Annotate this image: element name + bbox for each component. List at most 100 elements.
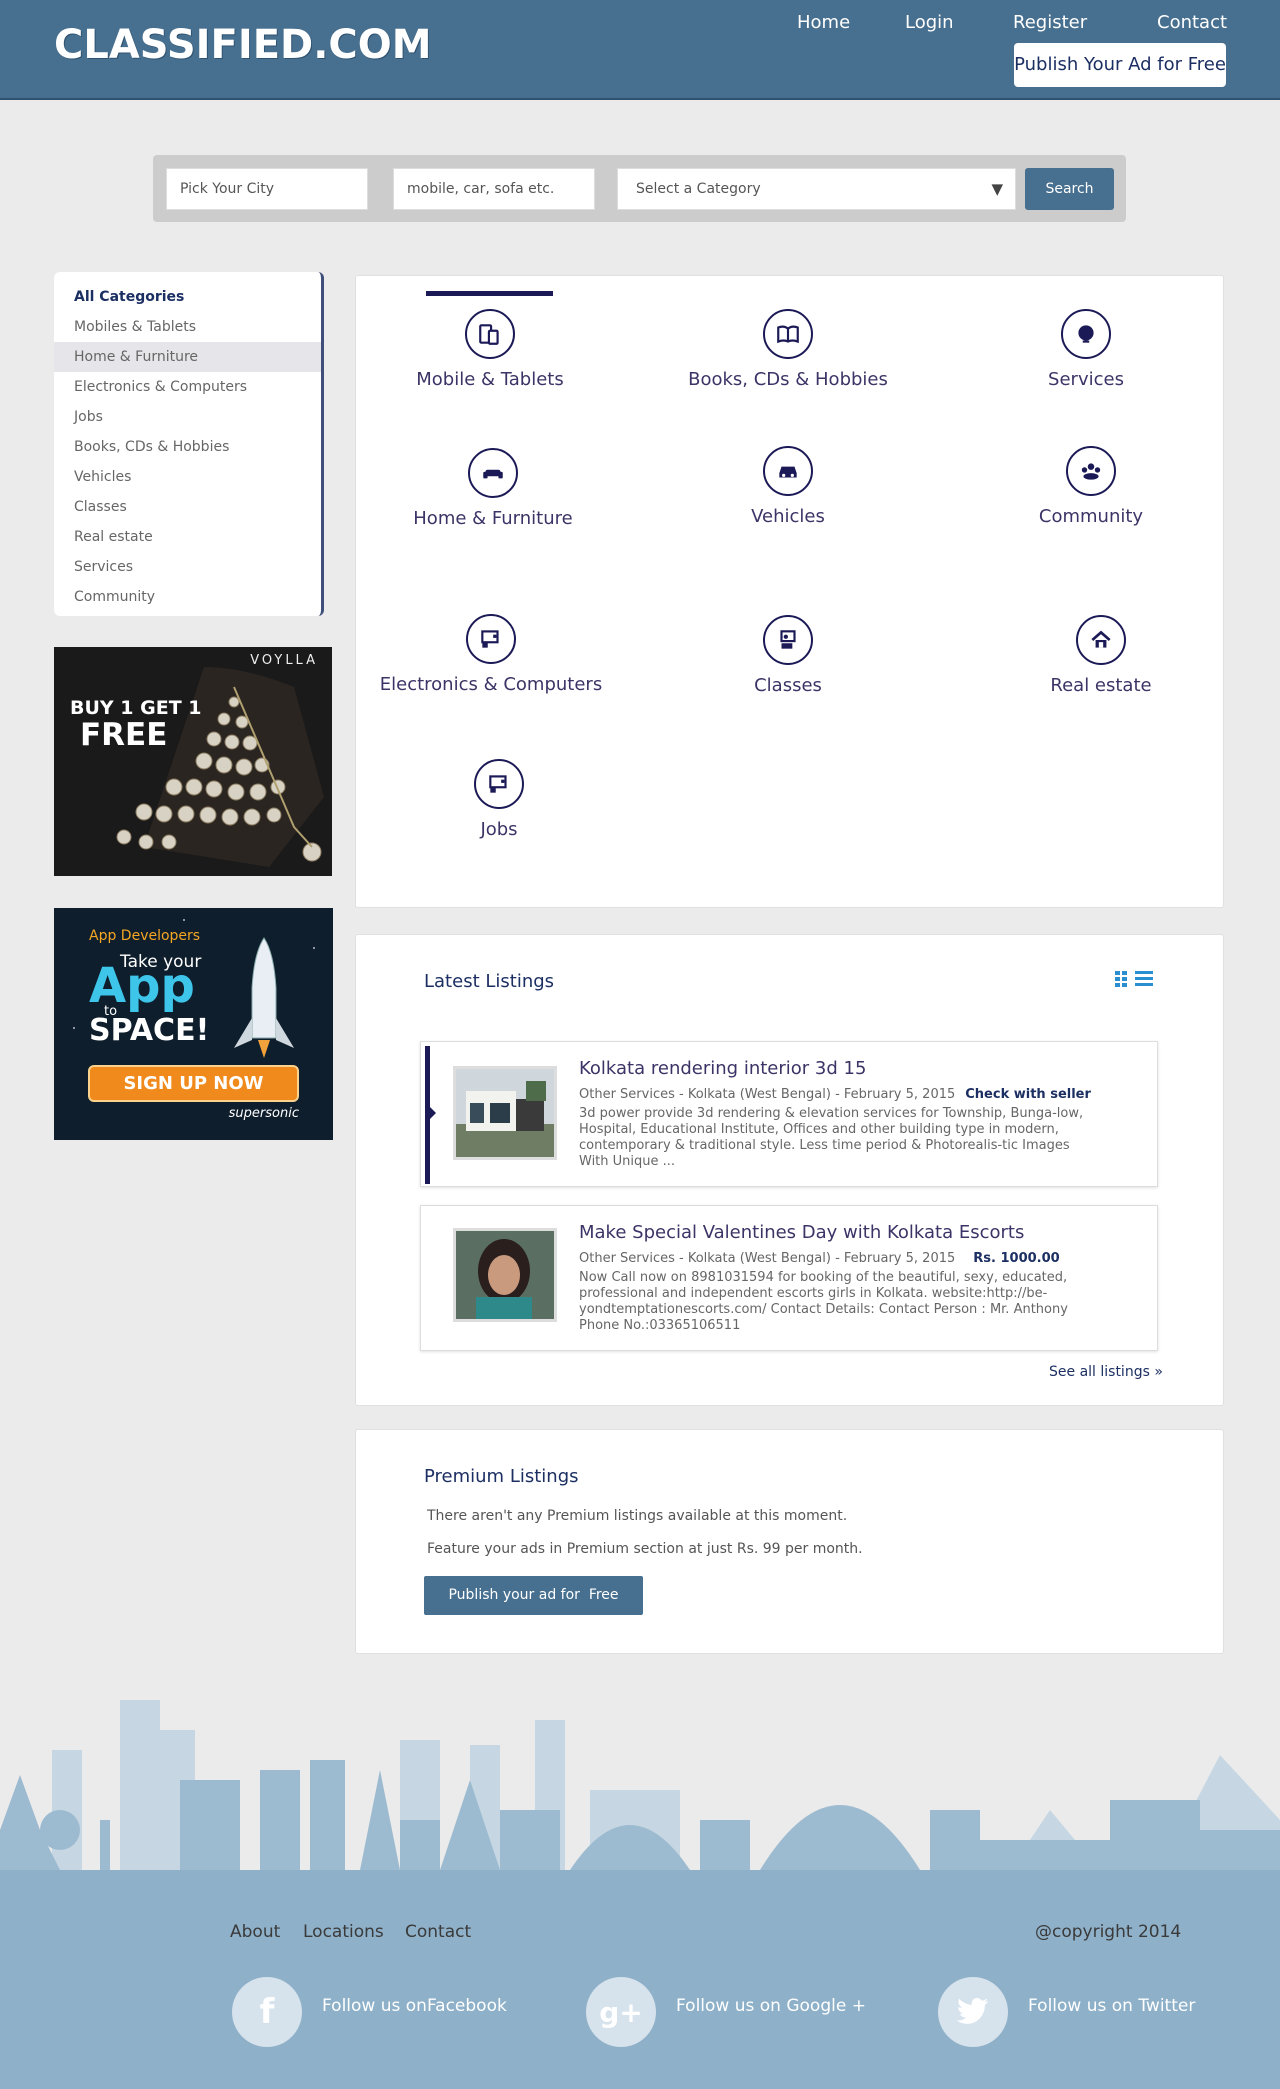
ad-banner-supersonic[interactable]: App Developers Take your App to SPACE! S… bbox=[54, 908, 333, 1140]
listing-thumbnail[interactable] bbox=[453, 1228, 557, 1322]
sidebar-item-community[interactable]: Community bbox=[54, 582, 321, 612]
listing-thumbnail[interactable] bbox=[453, 1066, 557, 1160]
listing-meta-text: Other Services - Kolkata (West Bengal) -… bbox=[579, 1087, 956, 1102]
keyword-input[interactable]: mobile, car, sofa etc. bbox=[393, 168, 595, 210]
category-select[interactable]: Select a Category ▼ bbox=[617, 168, 1016, 210]
search-bar: Pick Your City mobile, car, sofa etc. Se… bbox=[153, 155, 1126, 222]
premium-listings-title: Premium Listings bbox=[424, 1466, 579, 1487]
category-select-label: Select a Category bbox=[636, 181, 761, 197]
sidebar-item-home-furniture[interactable]: Home & Furniture bbox=[54, 342, 321, 372]
dropdown-arrow-icon: ▼ bbox=[991, 180, 1003, 198]
category-label: Community bbox=[1038, 506, 1144, 527]
sidebar-item-classes[interactable]: Classes bbox=[54, 492, 321, 522]
ad2-brand: supersonic bbox=[228, 1106, 299, 1121]
listing-card[interactable]: Make Special Valentines Day with Kolkata… bbox=[420, 1205, 1158, 1351]
category-label: Books, CDs & Hobbies bbox=[688, 369, 888, 390]
sidebar-item-all-categories[interactable]: All Categories bbox=[54, 282, 321, 312]
social-label: Follow us on Google + bbox=[676, 1996, 866, 2016]
category-community[interactable]: Community bbox=[941, 446, 1241, 527]
ad1-brand: VOYLLA bbox=[250, 653, 318, 668]
computer-icon bbox=[474, 759, 524, 809]
category-vehicles[interactable]: Vehicles bbox=[638, 446, 938, 527]
category-home-furniture[interactable]: Home & Furniture bbox=[343, 448, 643, 529]
listing-pointer-icon bbox=[430, 1107, 436, 1119]
premium-empty-message: There aren't any Premium listings availa… bbox=[427, 1508, 848, 1524]
footer-link-locations[interactable]: Locations bbox=[303, 1922, 384, 1942]
category-services[interactable]: Services bbox=[936, 309, 1236, 390]
ad2-line4: SPACE! bbox=[89, 1013, 210, 1048]
sidebar-item-jobs[interactable]: Jobs bbox=[54, 402, 321, 432]
search-button[interactable]: Search bbox=[1025, 168, 1114, 210]
nav-home[interactable]: Home bbox=[797, 12, 850, 33]
social-label: Follow us onFacebook bbox=[322, 1996, 507, 2016]
category-label: Vehicles bbox=[751, 506, 825, 527]
category-label: Services bbox=[1048, 369, 1124, 390]
site-logo[interactable]: CLASSIFIED.COM bbox=[54, 22, 432, 68]
footer-link-contact[interactable]: Contact bbox=[405, 1922, 471, 1942]
twitter-icon bbox=[938, 1977, 1008, 2047]
listing-meta-text: Other Services - Kolkata (West Bengal) -… bbox=[579, 1251, 956, 1266]
house-icon bbox=[1076, 615, 1126, 665]
mobile-tablet-icon bbox=[465, 309, 515, 359]
group-icon bbox=[1066, 446, 1116, 496]
category-label: Mobile & Tablets bbox=[416, 369, 564, 390]
ad2-kicker: App Developers bbox=[89, 928, 201, 944]
facebook-icon: f bbox=[232, 1977, 302, 2047]
nav-register[interactable]: Register bbox=[1013, 12, 1087, 33]
sofa-icon bbox=[468, 448, 518, 498]
social-facebook[interactable]: f Follow us onFacebook bbox=[232, 1977, 507, 2047]
listing-title[interactable]: Make Special Valentines Day with Kolkata… bbox=[579, 1222, 1024, 1243]
listing-price: Rs. 1000.00 bbox=[973, 1251, 1060, 1266]
ad1-line1: BUY 1 GET 1 bbox=[70, 697, 202, 719]
category-electronics[interactable]: Electronics & Computers bbox=[341, 614, 641, 695]
premium-listings-panel: Premium Listings There aren't any Premiu… bbox=[355, 1429, 1224, 1654]
view-toggle-icon[interactable] bbox=[1115, 969, 1155, 989]
ad2-signup-button[interactable]: SIGN UP NOW bbox=[88, 1065, 299, 1102]
jewelry-image bbox=[54, 647, 332, 876]
site-header: CLASSIFIED.COM Home Login Register Conta… bbox=[0, 0, 1280, 100]
publish-ad-button[interactable]: Publish Your Ad for Free bbox=[1014, 43, 1226, 87]
category-jobs[interactable]: Jobs bbox=[349, 759, 649, 840]
listing-description: 3d power provide 3d rendering & elevatio… bbox=[579, 1106, 1084, 1169]
book-icon bbox=[763, 309, 813, 359]
see-all-listings-link[interactable]: See all listings » bbox=[1049, 1364, 1163, 1380]
listing-meta: Other Services - Kolkata (West Bengal) -… bbox=[579, 1087, 1091, 1102]
category-real-estate[interactable]: Real estate bbox=[951, 615, 1251, 696]
categories-panel: Mobile & Tablets Books, CDs & Hobbies Se… bbox=[355, 275, 1224, 908]
listing-title[interactable]: Kolkata rendering interior 3d 15 bbox=[579, 1058, 866, 1079]
car-icon bbox=[763, 446, 813, 496]
city-input[interactable]: Pick Your City bbox=[166, 168, 368, 210]
publish-ad-button[interactable]: Publish your ad for Free bbox=[424, 1576, 643, 1615]
ad-banner-voylla[interactable]: VOYLLA BUY 1 GET 1 FREE bbox=[54, 647, 332, 876]
category-label: Classes bbox=[754, 675, 822, 696]
social-twitter[interactable]: Follow us on Twitter bbox=[938, 1977, 1195, 2047]
category-label: Home & Furniture bbox=[413, 508, 573, 529]
sidebar-item-books[interactable]: Books, CDs & Hobbies bbox=[54, 432, 321, 462]
listing-meta: Other Services - Kolkata (West Bengal) -… bbox=[579, 1251, 1060, 1266]
sidebar-item-electronics[interactable]: Electronics & Computers bbox=[54, 372, 321, 402]
classroom-icon bbox=[763, 615, 813, 665]
category-classes[interactable]: Classes bbox=[638, 615, 938, 696]
category-mobile-tablets[interactable]: Mobile & Tablets bbox=[340, 309, 640, 390]
nav-login[interactable]: Login bbox=[905, 12, 954, 33]
social-google-plus[interactable]: g+ Follow us on Google + bbox=[586, 1977, 866, 2047]
sidebar-item-vehicles[interactable]: Vehicles bbox=[54, 462, 321, 492]
listing-price: Check with seller bbox=[965, 1087, 1091, 1102]
latest-listings-title: Latest Listings bbox=[424, 971, 555, 992]
google-plus-icon: g+ bbox=[586, 1977, 656, 2047]
ad1-line2: FREE bbox=[80, 717, 168, 753]
listing-card[interactable]: Kolkata rendering interior 3d 15 Other S… bbox=[420, 1041, 1158, 1187]
category-label: Real estate bbox=[1050, 675, 1152, 696]
sidebar-item-services[interactable]: Services bbox=[54, 552, 321, 582]
premium-feature-message: Feature your ads in Premium section at j… bbox=[427, 1541, 863, 1557]
active-category-indicator bbox=[426, 291, 553, 296]
copyright-text: @copyright 2014 bbox=[1035, 1922, 1182, 1942]
category-books[interactable]: Books, CDs & Hobbies bbox=[638, 309, 938, 390]
category-label: Jobs bbox=[480, 819, 518, 840]
footer-link-about[interactable]: About bbox=[230, 1922, 280, 1942]
sidebar-item-mobiles[interactable]: Mobiles & Tablets bbox=[54, 312, 321, 342]
category-sidebar: All Categories Mobiles & Tablets Home & … bbox=[54, 272, 324, 616]
sidebar-item-real-estate[interactable]: Real estate bbox=[54, 522, 321, 552]
listing-description: Now Call now on 8981031594 for booking o… bbox=[579, 1270, 1068, 1333]
nav-contact[interactable]: Contact bbox=[1157, 12, 1227, 33]
